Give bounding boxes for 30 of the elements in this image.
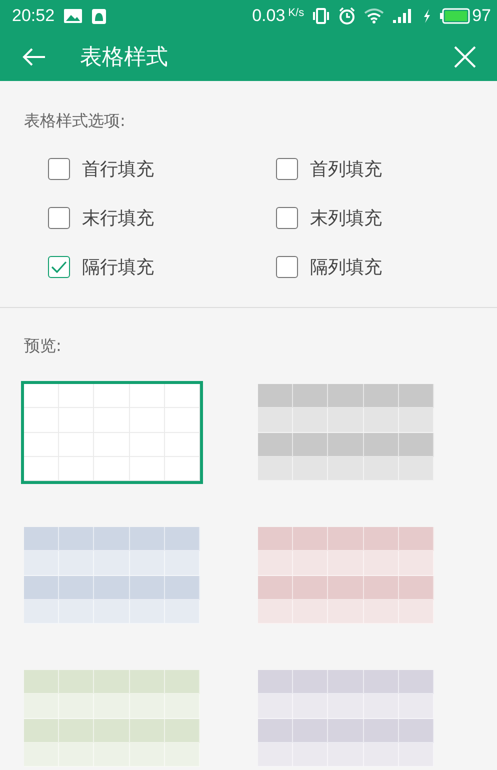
checkbox-label: 首行填充 xyxy=(82,158,154,181)
checkbox-label: 末行填充 xyxy=(82,207,154,230)
checkbox[interactable] xyxy=(48,256,70,278)
notification-icon xyxy=(90,8,107,25)
page-title: 表格样式 xyxy=(80,44,169,72)
network-speed: 0.03 xyxy=(252,6,286,26)
checkbox-label: 隔列填充 xyxy=(310,256,382,279)
checkbox-label: 首列填充 xyxy=(310,158,382,181)
speed-unit: K/s xyxy=(288,7,304,19)
vibrate-icon xyxy=(312,8,330,24)
battery-icon xyxy=(440,8,470,24)
battery-percent: 97 xyxy=(472,6,491,26)
checkbox[interactable] xyxy=(276,256,298,278)
section-label: 表格样式选项: xyxy=(24,111,126,132)
check-icon xyxy=(51,261,67,273)
table-style-option[interactable] xyxy=(21,381,203,484)
checkbox[interactable] xyxy=(276,207,298,229)
checkbox[interactable] xyxy=(48,207,70,229)
charging-icon xyxy=(422,8,432,24)
checkbox[interactable] xyxy=(48,158,70,180)
checkbox-label: 隔行填充 xyxy=(82,256,154,279)
status-time: 20:52 xyxy=(12,6,55,26)
alarm-icon xyxy=(338,7,356,26)
close-button[interactable] xyxy=(453,44,477,69)
section-label: 预览: xyxy=(24,336,62,357)
checkbox-label: 末列填充 xyxy=(310,207,382,230)
back-button[interactable] xyxy=(22,46,46,67)
checkbox[interactable] xyxy=(276,158,298,180)
wifi-icon xyxy=(364,8,384,24)
image-icon xyxy=(62,8,83,24)
